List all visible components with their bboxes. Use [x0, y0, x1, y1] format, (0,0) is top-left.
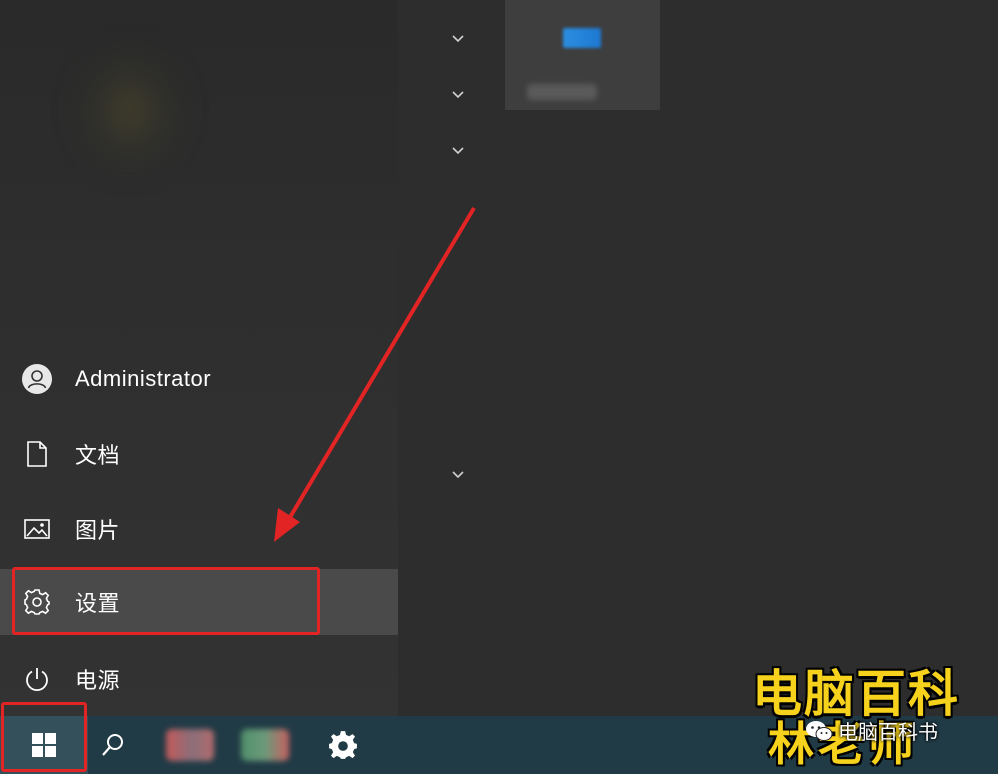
user-avatar-icon: [22, 364, 52, 394]
menu-item-pictures[interactable]: 图片: [0, 496, 398, 562]
menu-item-label: 图片: [75, 518, 121, 543]
chevron-down-icon[interactable]: [448, 30, 468, 50]
search-button[interactable]: [78, 716, 148, 774]
watermark-wechat: 电脑百科书: [804, 716, 938, 745]
pictures-icon: [22, 514, 52, 544]
app-tile[interactable]: [505, 0, 660, 110]
taskbar-app-2[interactable]: [230, 716, 300, 774]
chevron-down-icon[interactable]: [448, 86, 468, 106]
start-button-highlight-box: [1, 702, 87, 772]
chevron-down-icon[interactable]: [448, 466, 468, 486]
highlight-annotation-box: [12, 567, 320, 635]
user-name-label: Administrator: [75, 366, 212, 391]
blurred-tile-label: [527, 84, 597, 100]
blurred-app-icon: [166, 729, 214, 761]
blurred-app-icon: [563, 28, 601, 48]
user-account-item[interactable]: Administrator: [0, 346, 398, 412]
wechat-icon: [806, 720, 833, 741]
search-icon: [102, 734, 123, 756]
taskbar-settings-button[interactable]: [308, 716, 378, 774]
watermark-wechat-account: 电脑百科书: [838, 722, 938, 744]
gear-icon: [329, 731, 357, 759]
taskbar-app-1[interactable]: [155, 716, 225, 774]
menu-item-label: 电源: [75, 668, 121, 693]
blurred-background-area: [70, 40, 190, 180]
power-icon: [22, 664, 52, 694]
menu-item-documents[interactable]: 文档: [0, 421, 398, 487]
start-menu-app-list: [398, 0, 998, 716]
menu-item-label: 文档: [75, 443, 121, 468]
chevron-down-icon[interactable]: [448, 142, 468, 162]
blurred-app-icon: [241, 729, 289, 761]
document-icon: [22, 439, 52, 469]
